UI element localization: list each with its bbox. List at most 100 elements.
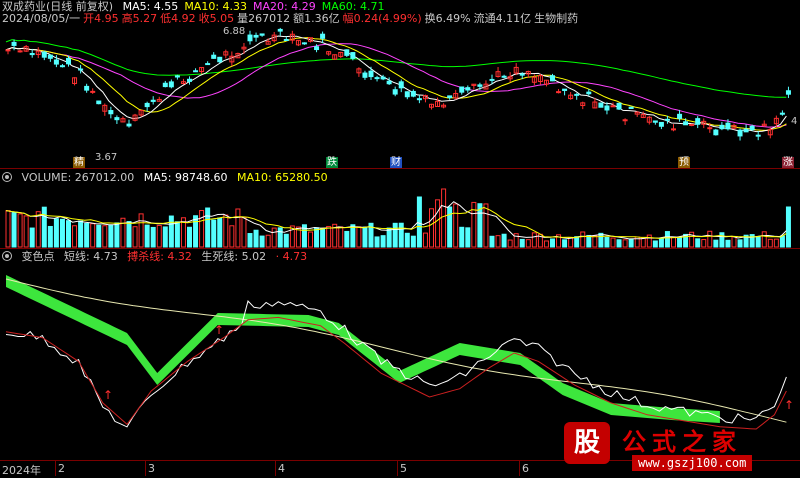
volume-bar (495, 235, 501, 248)
volume-bar (664, 231, 670, 248)
buy-arrow-icon: ↑ (103, 388, 113, 402)
volume-panel[interactable]: VOLUME: 267012.00 MA5: 98748.60 MA10: 65… (0, 169, 800, 249)
volume-bar (677, 236, 683, 248)
volume-bar (17, 213, 23, 248)
volume-bar (90, 223, 96, 248)
candle-body (628, 106, 634, 109)
volume-bar (47, 225, 53, 248)
volume-bar (435, 199, 441, 248)
volume-bar (465, 227, 471, 248)
logo-mark-icon: 股 (564, 422, 610, 464)
volume-bar (586, 234, 592, 248)
candle-body (259, 33, 265, 36)
volume-bar (416, 196, 422, 248)
volume-bar (761, 231, 767, 248)
candle-body (610, 105, 616, 108)
candle-body (108, 110, 114, 115)
volume-chart[interactable] (0, 169, 800, 249)
candle-body (193, 70, 199, 73)
volume-bar (568, 237, 574, 248)
volume-bar (531, 232, 537, 248)
candle-body (501, 75, 507, 78)
short-line (5, 300, 787, 428)
candle-body (283, 38, 289, 41)
volume-bar (731, 236, 737, 248)
volume-bar (271, 227, 277, 248)
volume-bar (562, 239, 568, 248)
candle-body (749, 125, 755, 130)
candle-body (277, 28, 283, 32)
volume-bar (247, 233, 253, 248)
volume-bar (356, 226, 362, 248)
candle-body (489, 78, 495, 81)
volume-bar (41, 206, 47, 248)
volume-bar (132, 226, 138, 248)
watermark-logo: 股 公式之家 www.gszj100.com (560, 422, 800, 476)
buy-arrow-icon: ↑ (784, 398, 794, 412)
candle-body (144, 102, 150, 108)
volume-bar (483, 203, 489, 248)
volume-bar (320, 228, 326, 248)
volume-bar (138, 213, 144, 248)
volume-bar (779, 235, 785, 248)
candle-body (174, 75, 180, 78)
price-panel[interactable]: 双成药业(日线 前复权) MA5: 4.55 MA10: 4.33 MA20: 4.… (0, 0, 800, 170)
volume-bar (223, 214, 229, 248)
candle-body (562, 88, 568, 91)
volume-bar (362, 226, 368, 248)
right-price-label: 4 (791, 116, 798, 127)
x-axis-label: 2 (58, 462, 65, 475)
volume-bar (622, 239, 628, 248)
candle-body (247, 34, 253, 42)
candle-body (380, 76, 386, 80)
volume-bar (604, 236, 610, 248)
volume-bar (277, 227, 283, 248)
volume-bar (187, 226, 192, 248)
candle-body (344, 49, 350, 56)
volume-bar (344, 230, 350, 248)
volume-bar (59, 218, 65, 248)
volume-bar (471, 201, 477, 248)
candle-body (5, 49, 11, 52)
volume-bar (162, 226, 168, 248)
volume-bar (640, 237, 646, 248)
candle-body (416, 98, 422, 101)
volume-bar (350, 224, 356, 248)
high-price-label: 6.88 (223, 26, 246, 37)
volume-bar (392, 222, 398, 248)
candle-body (725, 122, 731, 130)
volume-bar (193, 215, 199, 248)
volume-bar (5, 210, 11, 248)
candle-body (168, 81, 174, 88)
x-axis-tick (55, 460, 56, 476)
candle-body (779, 112, 785, 115)
volume-bar (150, 226, 156, 248)
candle-body (743, 128, 749, 133)
volume-bar (713, 239, 719, 248)
candle-body (447, 95, 453, 99)
volume-bar (447, 206, 453, 248)
low-price-label: 3.67 (95, 152, 118, 163)
volume-bar (574, 236, 580, 248)
candle-body (11, 41, 17, 46)
x-axis-tick (519, 460, 520, 476)
volume-bar (507, 239, 513, 248)
candle-body (652, 120, 658, 123)
x-axis-label: 5 (400, 462, 407, 475)
candle-body (586, 91, 592, 95)
x-axis-label: 3 (148, 462, 155, 475)
candlestick-chart[interactable] (0, 0, 800, 170)
volume-bar (120, 217, 126, 248)
candle-body (658, 121, 664, 127)
life-line (5, 278, 787, 423)
candle-body (737, 129, 743, 137)
volume-bar (11, 212, 17, 248)
volume-bar (229, 225, 235, 248)
volume-bar (96, 224, 102, 248)
candle-body (404, 91, 410, 98)
candle-body (707, 127, 713, 130)
volume-bar (314, 227, 320, 248)
volume-bar (519, 238, 525, 248)
candle-body (604, 105, 610, 111)
buy-arrow-icon: ↑ (214, 323, 224, 337)
